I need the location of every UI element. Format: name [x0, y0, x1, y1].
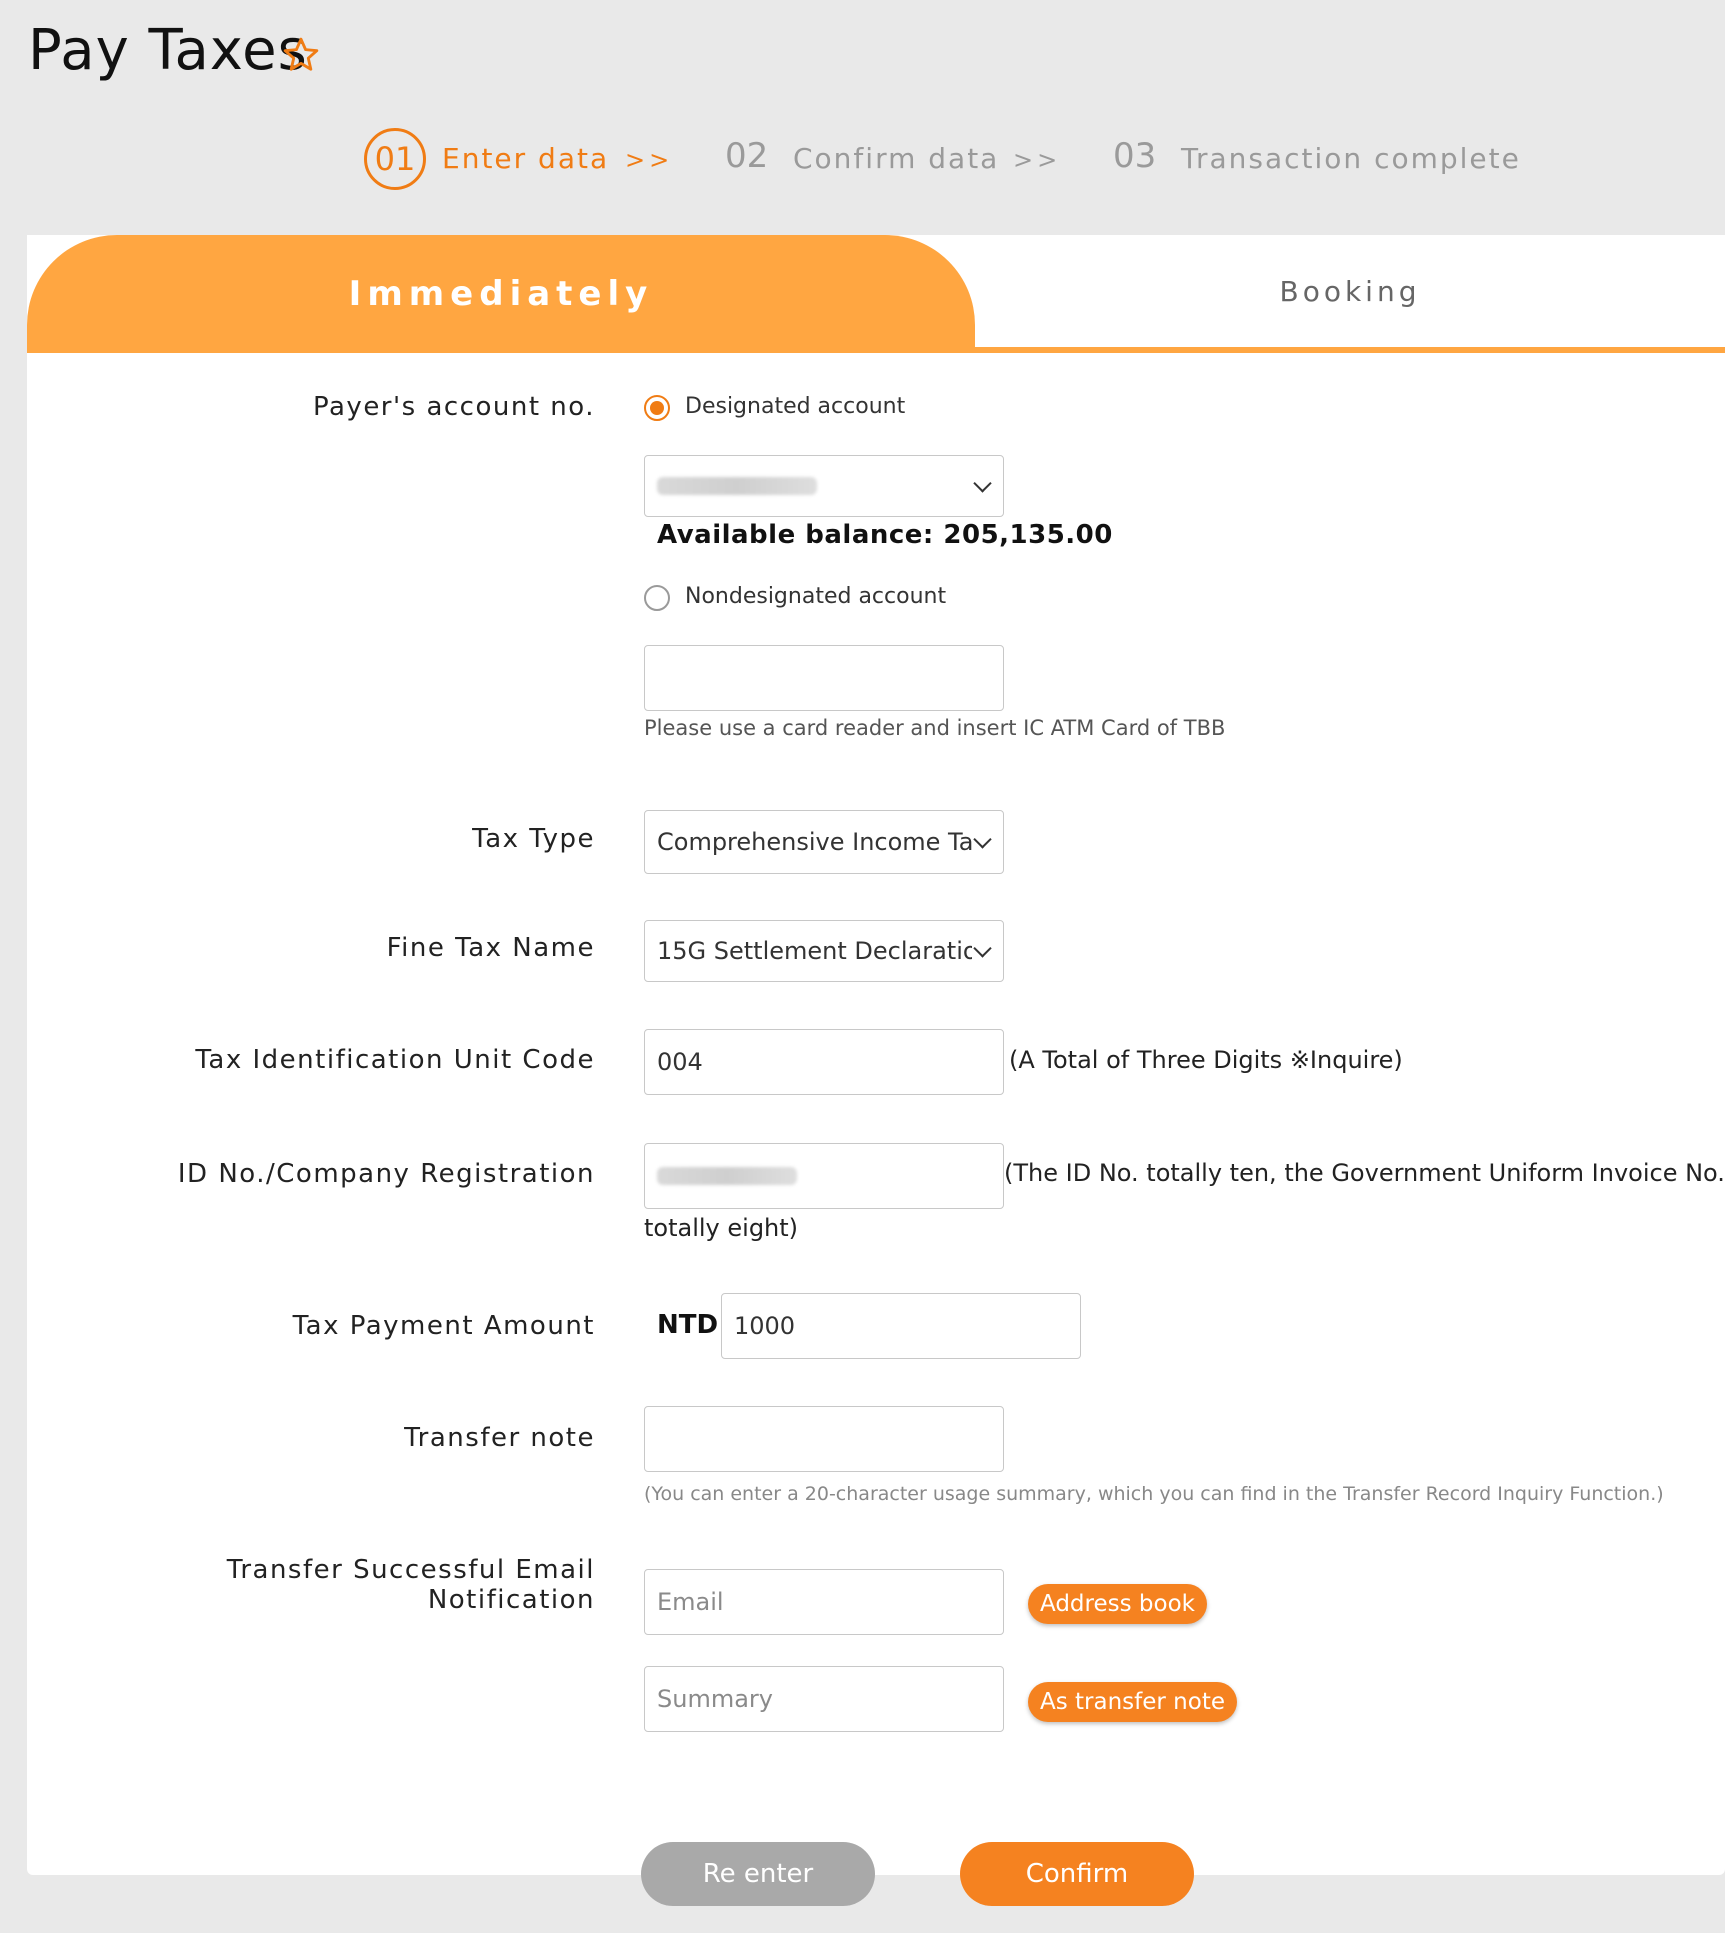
step-3-label: Transaction complete	[1181, 142, 1521, 175]
fine-tax-name-select[interactable]: 15G Settlement Declaration	[644, 920, 1004, 982]
step-separator: >>	[625, 146, 674, 174]
reenter-button[interactable]: Re enter	[641, 1842, 875, 1906]
as-transfer-note-button[interactable]: As transfer note	[1028, 1682, 1237, 1722]
summary-placeholder: Summary	[657, 1685, 773, 1713]
chevron-down-icon	[973, 474, 992, 493]
nondesignated-account-radio[interactable]	[644, 585, 670, 611]
designated-account-label: Designated account	[685, 394, 906, 419]
confirm-button[interactable]: Confirm	[960, 1842, 1194, 1906]
card-reader-hint: Please use a card reader and insert IC A…	[644, 716, 1226, 740]
account-select[interactable]	[644, 455, 1004, 517]
fine-tax-name-value: 15G Settlement Declaration	[657, 937, 972, 965]
id-no-label: ID No./Company Registration	[177, 1159, 595, 1189]
masked-id-number	[657, 1167, 797, 1185]
tax-type-label: Tax Type	[472, 824, 595, 854]
email-notification-label-line2: Notification	[427, 1585, 595, 1615]
transfer-note-label: Transfer note	[404, 1423, 595, 1453]
tab-underline	[975, 347, 1725, 353]
card-reader-input[interactable]	[644, 645, 1004, 711]
chevron-down-icon	[973, 939, 992, 958]
step-1-label: Enter data	[442, 142, 610, 175]
payer-account-label: Payer's account no.	[312, 392, 595, 422]
address-book-button[interactable]: Address book	[1028, 1584, 1207, 1624]
tab-booking[interactable]: Booking	[975, 235, 1725, 347]
step-3-number: 03	[1113, 136, 1157, 176]
tax-type-select[interactable]: Comprehensive Income Tax	[644, 810, 1004, 874]
masked-account-number	[657, 477, 817, 495]
transfer-note-input[interactable]	[644, 1406, 1004, 1472]
star-outline-icon[interactable]	[282, 36, 320, 74]
currency-label: NTD	[657, 1310, 719, 1340]
email-notification-label-line1: Transfer Successful Email	[226, 1555, 595, 1585]
nondesignated-account-label: Nondesignated account	[685, 584, 947, 609]
step-2-number: 02	[725, 136, 769, 176]
designated-account-radio[interactable]	[644, 395, 670, 421]
fine-tax-name-label: Fine Tax Name	[386, 933, 595, 963]
email-placeholder: Email	[657, 1588, 724, 1616]
amount-value: 1000	[734, 1312, 796, 1340]
page-title: Pay Taxes	[28, 18, 308, 83]
id-no-note: (The ID No. totally ten, the Government …	[1004, 1159, 1725, 1187]
amount-input[interactable]: 1000	[721, 1293, 1081, 1359]
tax-unit-code-input[interactable]: 004	[644, 1029, 1004, 1095]
transfer-note-hint: (You can enter a 20-character usage summ…	[644, 1483, 1664, 1505]
step-1-number: 01	[364, 128, 426, 190]
chevron-down-icon	[973, 830, 992, 849]
tax-unit-code-note[interactable]: (A Total of Three Digits ※Inquire)	[1009, 1046, 1403, 1074]
step-separator: >>	[1013, 146, 1062, 174]
amount-label: Tax Payment Amount	[292, 1311, 595, 1341]
tax-unit-code-label: Tax Identification Unit Code	[195, 1045, 595, 1075]
summary-input[interactable]: Summary	[644, 1666, 1004, 1732]
tax-unit-code-value: 004	[657, 1048, 703, 1076]
tab-immediately[interactable]: Immediately	[27, 235, 975, 353]
step-2-label: Confirm data	[793, 142, 1000, 175]
email-input[interactable]: Email	[644, 1569, 1004, 1635]
id-no-note-cont: totally eight)	[644, 1214, 799, 1242]
tax-type-value: Comprehensive Income Tax	[657, 828, 972, 856]
id-no-input[interactable]	[644, 1143, 1004, 1209]
available-balance: Available balance: 205,135.00	[657, 520, 1113, 550]
